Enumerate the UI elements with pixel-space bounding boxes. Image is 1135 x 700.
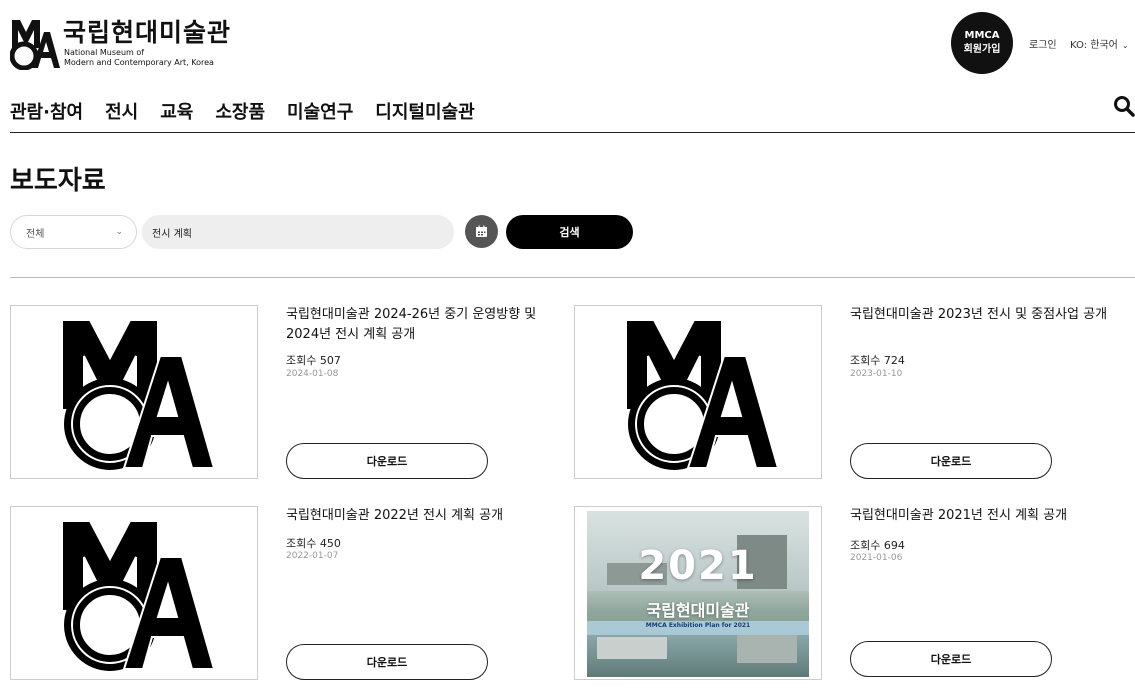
download-button[interactable]: 다운로드 [286,443,488,479]
nav-item-exhibitions[interactable]: 전시 [105,98,138,124]
view-count: 조회수 450 [286,537,341,550]
calendar-icon [476,225,487,237]
brand-name-korean[interactable]: 국립현대미술관 [63,13,231,49]
press-card: 국립현대미술관 2024-26년 중기 운영방향 및 2024년 전시 계획 공… [10,305,570,480]
nav-item-education[interactable]: 교육 [160,98,193,124]
language-label: KO: 한국어 [1070,40,1118,51]
view-count: 조회수 507 [286,354,341,367]
view-count: 조회수 724 [850,354,905,367]
search-query: 전시 계획 [152,228,192,240]
press-card: 국립현대미술관 2022년 전시 계획 공개 조회수 450 2022-01-0… [10,506,570,681]
publish-date: 2023-01-10 [850,369,903,379]
download-button[interactable]: 다운로드 [850,443,1052,479]
publish-date: 2021-01-06 [850,553,903,563]
download-button[interactable]: 다운로드 [850,641,1052,677]
category-select[interactable]: 전체 ⌄ [10,215,137,249]
nav-divider [10,132,1135,133]
mmca-thumbnail[interactable] [10,305,258,479]
publish-date: 2022-01-07 [286,551,339,561]
exhibition-plan-poster: 2021 국립현대미술관 MMCA Exhibition Plan for 20… [587,511,809,677]
membership-label-1: MMCA [964,30,1000,41]
chevron-down-icon: ⌄ [1121,41,1129,50]
search-icon[interactable] [1113,95,1135,117]
download-button[interactable]: 다운로드 [286,644,488,680]
mmca-logo-thumbnail [61,319,214,470]
poster-museum-name: 국립현대미술관 [646,601,750,620]
brand-en-line2: Modern and Contemporary Art, Korea [64,58,214,67]
nav-item-collection[interactable]: 소장품 [215,98,265,124]
press-card: 2021 국립현대미술관 MMCA Exhibition Plan for 20… [574,506,1134,681]
membership-button[interactable]: MMCA 회원가입 [951,12,1013,74]
mmca-logo[interactable] [10,18,60,70]
chevron-down-icon: ⌄ [115,227,123,237]
brand-name-english: National Museum of Modern and Contempora… [64,48,214,68]
card-title[interactable]: 국립현대미술관 2023년 전시 및 중점사업 공개 [850,305,1120,325]
card-title[interactable]: 국립현대미술관 2022년 전시 계획 공개 [286,506,556,526]
card-title[interactable]: 국립현대미술관 2024-26년 중기 운영방향 및 2024년 전시 계획 공… [286,305,556,345]
mmca-thumbnail[interactable] [10,506,258,680]
mmca-logo-thumbnail [61,520,214,671]
category-value: 전체 [26,228,45,240]
search-input[interactable]: 전시 계획 [142,215,454,249]
language-select[interactable]: KO: 한국어 ⌄ [1070,36,1129,51]
nav-item-research[interactable]: 미술연구 [287,98,353,124]
publish-date: 2024-01-08 [286,369,339,379]
mmca-thumbnail[interactable] [574,305,822,479]
login-link[interactable]: 로그인 [1029,36,1057,51]
poster-subtitle: MMCA Exhibition Plan for 2021 [645,622,751,629]
nav-item-digital[interactable]: 디지털미술관 [375,98,474,124]
exhibition-plan-thumbnail[interactable]: 2021 국립현대미술관 MMCA Exhibition Plan for 20… [574,506,822,680]
calendar-button[interactable] [465,215,498,248]
press-card: 국립현대미술관 2023년 전시 및 중점사업 공개 조회수 724 2023-… [574,305,1134,480]
main-nav: 관람·참여 전시 교육 소장품 미술연구 디지털미술관 [10,98,475,124]
poster-year: 2021 [638,543,758,589]
nav-item-visit[interactable]: 관람·참여 [10,98,83,124]
brand-en-line1: National Museum of [64,48,145,57]
membership-label-2: 회원가입 [963,44,1001,55]
list-divider [10,277,1135,278]
view-count: 조회수 694 [850,539,905,552]
card-title[interactable]: 국립현대미술관 2021년 전시 계획 공개 [850,506,1120,526]
search-button[interactable]: 검색 [506,215,633,249]
page-title: 보도자료 [10,166,106,196]
mmca-logo-thumbnail [625,319,778,470]
